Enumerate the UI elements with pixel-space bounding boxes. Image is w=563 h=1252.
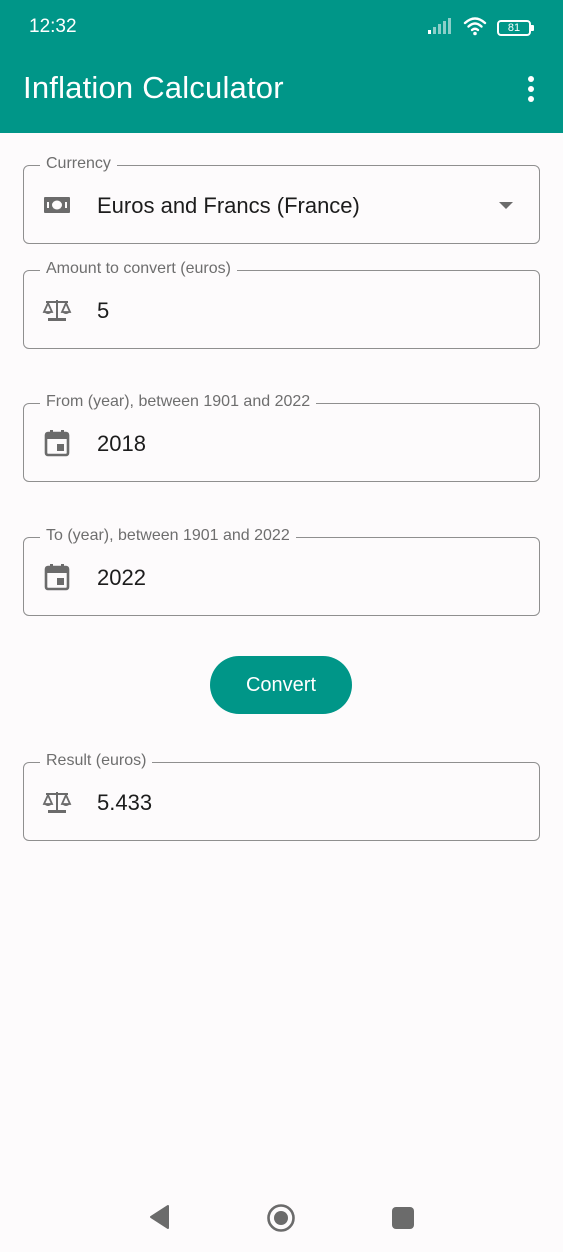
dropdown-arrow-icon [499, 202, 513, 209]
to-year-value: 2022 [97, 565, 146, 590]
status-time: 12:32 [29, 16, 77, 37]
convert-button[interactable]: Convert [210, 656, 352, 714]
signal-icon [427, 17, 453, 40]
amount-input[interactable]: Amount to convert (euros) 5 [23, 260, 540, 349]
amount-label: Amount to convert (euros) [40, 260, 237, 278]
to-year-label: To (year), between 1901 and 2022 [40, 527, 296, 545]
status-icons: 81 [427, 16, 534, 41]
scale-icon [42, 297, 72, 323]
calendar-icon [42, 564, 72, 591]
calendar-icon [42, 430, 72, 457]
wifi-icon [463, 16, 487, 41]
currency-value: Euros and Francs (France) [97, 193, 360, 218]
currency-select[interactable]: Currency Euros and Francs (France) [23, 155, 540, 244]
app-title: Inflation Calculator [23, 70, 284, 105]
currency-label: Currency [40, 155, 117, 173]
back-triangle-icon[interactable] [148, 1204, 172, 1235]
banknote-icon [42, 192, 72, 218]
app-root: 12:32 81 Inflation Calculator Currency E… [0, 0, 563, 1252]
more-vert-icon[interactable] [521, 74, 541, 104]
amount-value: 5 [97, 298, 110, 323]
result-field[interactable]: Result (euros) 5.433 [23, 752, 540, 841]
app-bar: 12:32 81 Inflation Calculator [0, 0, 563, 133]
from-year-input[interactable]: From (year), between 1901 and 2022 2018 [23, 393, 540, 482]
from-year-label: From (year), between 1901 and 2022 [40, 393, 317, 411]
battery-indicator: 81 [497, 20, 534, 36]
home-circle-icon[interactable] [266, 1203, 296, 1238]
recents-square-icon[interactable] [391, 1206, 415, 1235]
to-year-input[interactable]: To (year), between 1901 and 2022 2022 [23, 527, 540, 616]
system-nav-bar [0, 1186, 563, 1252]
result-value: 5.433 [97, 790, 153, 815]
scale-icon [42, 789, 72, 815]
from-year-value: 2018 [97, 431, 146, 456]
result-label: Result (euros) [40, 752, 153, 770]
